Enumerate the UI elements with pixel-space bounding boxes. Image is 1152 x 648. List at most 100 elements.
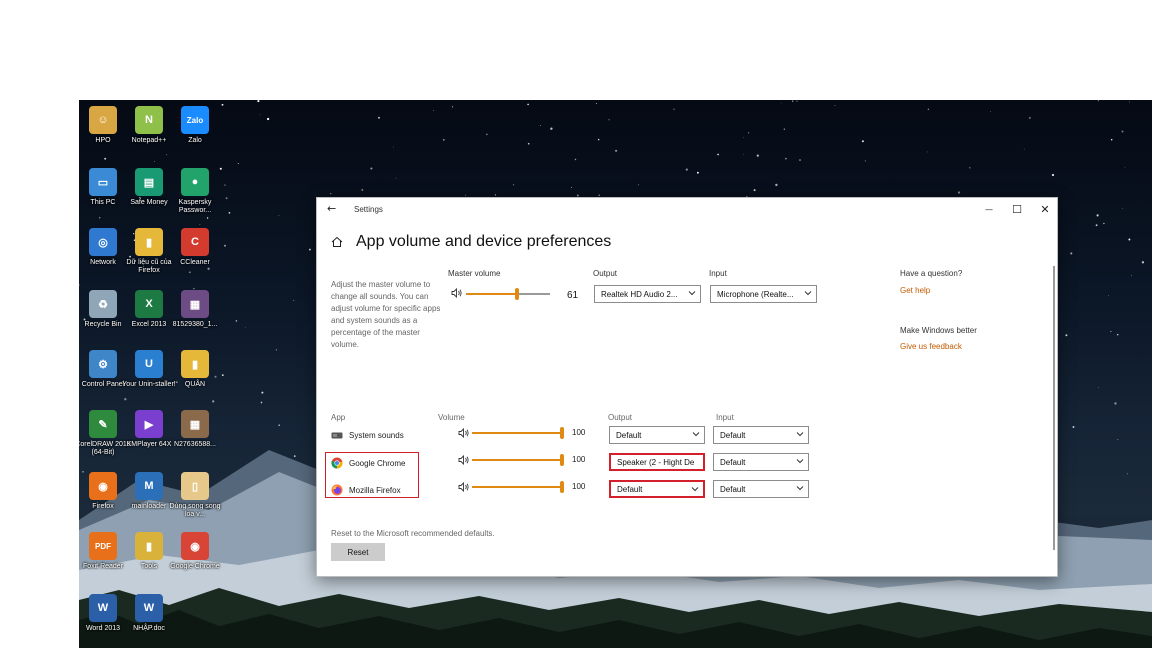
master-volume-thumb[interactable] xyxy=(515,288,520,300)
minimize-button[interactable]: — xyxy=(975,198,1003,220)
desktop-app-icon: ▮ xyxy=(135,532,163,560)
desktop-icon-7[interactable]: ▮ Dữ liệu cũ của Firefox xyxy=(125,224,173,282)
desktop-icon-23[interactable]: ◉ Google Chrome xyxy=(170,528,220,586)
app-volume-fill xyxy=(472,486,564,488)
master-input-label: Input xyxy=(709,269,727,278)
desktop-app-icon: W xyxy=(135,594,163,622)
desktop-app-icon: PDF xyxy=(89,532,117,560)
app-output-dropdown[interactable]: Default xyxy=(609,480,705,498)
get-help-link[interactable]: Get help xyxy=(900,286,930,295)
desktop-icon-18[interactable]: ◉ Firefox xyxy=(79,468,127,526)
app-volume-fill xyxy=(472,432,564,434)
app-volume-slider[interactable] xyxy=(472,481,564,493)
desktop-app-icon: ▮ xyxy=(135,228,163,256)
desktop-icon-11[interactable]: ▦ 81529380_1... xyxy=(171,286,219,344)
desktop-icon-22[interactable]: ▮ Tools xyxy=(125,528,173,586)
app-output-dropdown-value: Default xyxy=(616,430,642,440)
master-volume-slider[interactable] xyxy=(466,288,550,300)
app-input-dropdown[interactable]: Default xyxy=(713,426,809,444)
master-input-dropdown[interactable]: Microphone (Realte... xyxy=(710,285,817,303)
desktop-app-icon: ● xyxy=(181,168,209,196)
scrollbar[interactable] xyxy=(1053,266,1055,550)
desktop-icon-15[interactable]: ✎ CorelDRAW 2019 (64-Bit) xyxy=(79,406,131,464)
desktop-icon-12[interactable]: ⚙ Control Panel xyxy=(79,346,127,404)
app-name-system-sounds: System sounds xyxy=(349,431,404,440)
highlight-app-names xyxy=(325,452,419,498)
app-volume-thumb[interactable] xyxy=(560,454,564,466)
maximize-button[interactable]: ☐ xyxy=(1003,198,1031,220)
desktop-app-icon: W xyxy=(89,594,117,622)
chevron-down-icon xyxy=(796,459,804,464)
desktop-icon-21[interactable]: PDF Foxit Reader xyxy=(79,528,127,586)
app-volume-value: 100 xyxy=(572,428,586,437)
speaker-icon xyxy=(458,428,469,438)
app-volume-slider[interactable] xyxy=(472,454,564,466)
desktop-icon-label: 81529380_1... xyxy=(172,321,218,328)
desktop-icon-9[interactable]: ♻ Recycle Bin xyxy=(79,286,127,344)
speaker-icon xyxy=(458,482,469,492)
back-button[interactable]: ← xyxy=(327,202,336,215)
system-sounds-icon xyxy=(331,432,343,439)
chevron-down-icon xyxy=(796,486,804,491)
desktop-app-icon: C xyxy=(181,228,209,256)
app-volume-thumb[interactable] xyxy=(560,481,564,493)
desktop-icon-0[interactable]: ☺ HPO xyxy=(79,102,127,160)
make-windows-better: Make Windows better xyxy=(900,326,977,335)
home-icon[interactable] xyxy=(331,236,343,248)
app-output-dropdown[interactable]: Default xyxy=(609,426,705,444)
desktop-icon-label: CCleaner xyxy=(180,259,210,266)
chevron-down-icon xyxy=(804,291,812,296)
master-input-value: Microphone (Realte... xyxy=(717,289,794,299)
desktop-icon-13[interactable]: U Your Unin-staller! xyxy=(122,346,176,404)
feedback-link[interactable]: Give us feedback xyxy=(900,342,962,351)
desktop-icon-17[interactable]: ▦ N27636588... xyxy=(171,406,219,464)
desktop-app-icon: U xyxy=(135,350,163,378)
desktop-app-icon: ▤ xyxy=(135,168,163,196)
app-volume-fill xyxy=(472,459,564,461)
desktop-icon-8[interactable]: C CCleaner xyxy=(171,224,219,282)
help-question: Have a question? xyxy=(900,269,963,278)
desktop-app-icon: ◎ xyxy=(89,228,117,256)
app-output-dropdown-value: Speaker (2 - Hight De xyxy=(617,457,695,467)
chevron-down-icon xyxy=(796,432,804,437)
desktop-icon-label: Kaspersky Passwor... xyxy=(178,199,212,214)
desktop-app-icon: X xyxy=(135,290,163,318)
close-button[interactable]: ✕ xyxy=(1031,198,1059,220)
desktop-icon-2[interactable]: Zalo Zalo xyxy=(171,102,219,160)
header-volume: Volume xyxy=(438,413,465,422)
app-volume-slider[interactable] xyxy=(472,427,564,439)
reset-button[interactable]: Reset xyxy=(331,543,385,561)
desktop-icon-1[interactable]: N Notepad++ xyxy=(125,102,173,160)
app-input-dropdown[interactable]: Default xyxy=(713,480,809,498)
app-volume-value: 100 xyxy=(572,482,586,491)
desktop-app-icon: ⚙ xyxy=(89,350,117,378)
app-input-dropdown-value: Default xyxy=(720,457,746,467)
desktop-app-icon: ▦ xyxy=(181,290,209,318)
desktop-icon-5[interactable]: ● Kaspersky Passwor... xyxy=(171,164,219,222)
app-input-dropdown[interactable]: Default xyxy=(713,453,809,471)
desktop-app-icon: ▭ xyxy=(89,168,117,196)
master-output-value: Realtek HD Audio 2... xyxy=(601,289,678,299)
app-volume-value: 100 xyxy=(572,455,586,464)
desktop-icon-24[interactable]: W Word 2013 xyxy=(79,590,127,648)
desktop-icon-10[interactable]: X Excel 2013 xyxy=(125,286,173,344)
chevron-down-icon xyxy=(692,432,700,437)
desktop-icon-label: Dùng song song loa v... xyxy=(169,503,221,518)
desktop-icon-14[interactable]: ▮ QUÂN xyxy=(171,346,219,404)
desktop-icon-label: N27636588... xyxy=(173,441,217,448)
app-output-dropdown[interactable]: Speaker (2 - Hight De xyxy=(609,453,705,471)
master-volume-value: 61 xyxy=(567,290,579,301)
desktop-icon-16[interactable]: ▶ KMPlayer 64X xyxy=(125,406,173,464)
master-output-dropdown[interactable]: Realtek HD Audio 2... xyxy=(594,285,701,303)
desktop-app-icon: ▦ xyxy=(181,410,209,438)
desktop-app-icon: ◉ xyxy=(89,472,117,500)
master-volume-label: Master volume xyxy=(448,269,501,278)
speaker-icon xyxy=(458,455,469,465)
desktop-icon-20[interactable]: ▯ Dùng song song loa v... xyxy=(170,468,220,526)
desktop-icon-3[interactable]: ▭ This PC xyxy=(79,164,127,222)
desktop-app-icon: Zalo xyxy=(181,106,209,134)
desktop-icon-25[interactable]: W NHẬP.doc xyxy=(125,590,173,648)
app-volume-thumb[interactable] xyxy=(560,427,564,439)
desktop-app-icon: ▶ xyxy=(135,410,163,438)
desktop-app-icon: M xyxy=(135,472,163,500)
